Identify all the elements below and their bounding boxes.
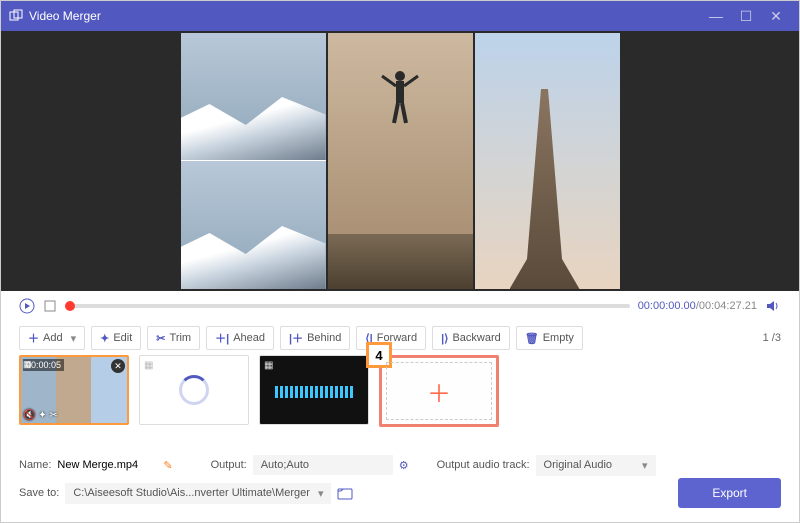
clip-thumbnail[interactable]: ▦ [259, 355, 369, 425]
open-folder-icon[interactable] [337, 486, 353, 500]
grid-icon: ▦ [144, 360, 153, 371]
app-window: Video Merger — ☐ ✕ 00:00:00.00/00:04:27.… [0, 0, 800, 523]
preview-tile [181, 161, 326, 289]
preview-tile [328, 33, 473, 289]
time-display: 00:00:00.00/00:04:27.21 [638, 300, 757, 312]
output-select[interactable]: Auto;Auto [253, 455, 393, 475]
volume-button[interactable] [765, 298, 781, 314]
stop-button[interactable] [43, 299, 57, 313]
clip-tools: 🔇 ✦ ✂ [23, 410, 58, 421]
seek-track[interactable] [65, 304, 630, 308]
settings-panel: Name: ✎ Output: Auto;Auto ⚙ Output audio… [1, 445, 799, 513]
name-label: Name: [19, 459, 51, 471]
export-button[interactable]: Export [678, 478, 781, 508]
minimize-button[interactable]: — [701, 8, 731, 24]
output-label: Output: [211, 459, 247, 471]
add-button[interactable]: ＋Add▾ [19, 326, 85, 350]
preview-tile [181, 33, 326, 161]
player-bar: 00:00:00.00/00:04:27.21 [1, 291, 799, 321]
save-to-label: Save to: [19, 487, 59, 499]
output-settings-icon[interactable]: ⚙ [399, 459, 409, 472]
video-preview [1, 31, 799, 291]
page-counter: 1 /3 [763, 332, 781, 344]
maximize-button[interactable]: ☐ [731, 8, 761, 25]
app-title: Video Merger [29, 9, 101, 23]
time-current: 00:00:00.00 [638, 300, 696, 312]
audio-track-label: Output audio track: [437, 459, 530, 471]
backward-button[interactable]: |⟩Backward [432, 326, 510, 350]
wand-icon: ✦ [100, 332, 109, 345]
seek-playhead[interactable] [65, 301, 75, 311]
toolbar: ＋Add▾ ✦Edit ✂Trim ＋|Ahead |＋Behind ⟨|For… [1, 321, 799, 355]
empty-button[interactable]: 🗑Empty [516, 326, 583, 350]
trim-button[interactable]: ✂Trim [147, 326, 200, 350]
title-bar: Video Merger — ☐ ✕ [1, 1, 799, 31]
add-clip-dropzone[interactable]: 4 ＋ [379, 355, 499, 427]
clip-thumbnail[interactable]: ▦ [139, 355, 249, 425]
clip-strip: 00:00:05 ▦ ✕ 🔇 ✦ ✂ ▦ ▦ 4 ＋ [1, 355, 799, 445]
plus-icon: ＋ [386, 362, 492, 420]
audio-track-select[interactable]: Original Audio▾ [536, 455, 656, 476]
name-input[interactable] [57, 457, 157, 474]
trash-icon: 🗑 [525, 332, 539, 345]
save-path-select[interactable]: C:\Aiseesoft Studio\Ais...nverter Ultima… [65, 483, 331, 504]
remove-clip-button[interactable]: ✕ [111, 359, 125, 373]
loading-spinner-icon [179, 375, 209, 405]
grid-icon: ▦ [264, 360, 273, 371]
edit-button[interactable]: ✦Edit [91, 326, 141, 350]
time-total: 00:04:27.21 [699, 300, 757, 312]
ahead-button[interactable]: ＋|Ahead [206, 326, 274, 350]
scissors-icon: ✂ [156, 332, 165, 345]
close-button[interactable]: ✕ [761, 8, 791, 25]
clip-thumbnail[interactable]: 00:00:05 ▦ ✕ 🔇 ✦ ✂ [19, 355, 129, 425]
edit-name-icon[interactable]: ✎ [163, 459, 172, 472]
play-button[interactable] [19, 298, 35, 314]
preview-tile [475, 33, 620, 289]
waveform [275, 386, 353, 398]
grid-icon: ▦ [23, 359, 32, 370]
behind-button[interactable]: |＋Behind [280, 326, 350, 350]
app-icon [9, 9, 23, 23]
